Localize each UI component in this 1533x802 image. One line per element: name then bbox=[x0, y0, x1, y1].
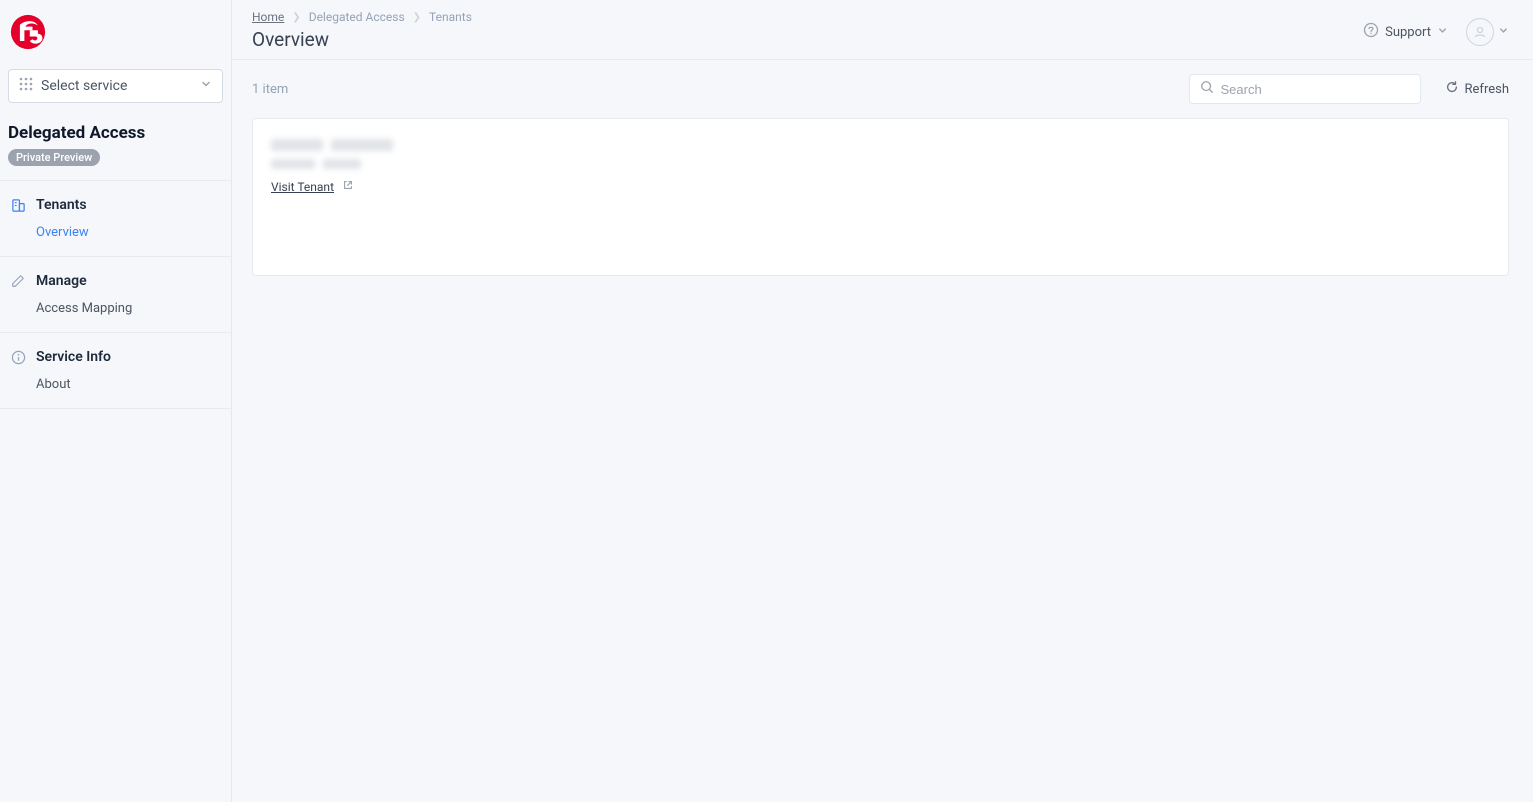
product-header: Delegated Access Private Preview bbox=[0, 103, 231, 181]
chevron-right-icon: ❯ bbox=[413, 12, 421, 23]
visit-tenant-row: Visit Tenant bbox=[271, 179, 1490, 195]
visit-tenant-link[interactable]: Visit Tenant bbox=[271, 180, 334, 194]
page-title: Overview bbox=[252, 28, 1363, 51]
breadcrumb-tenants: Tenants bbox=[429, 10, 472, 24]
nav-header-label: Manage bbox=[36, 273, 87, 289]
user-avatar-icon bbox=[1466, 18, 1494, 46]
sidebar-item-about[interactable]: About bbox=[0, 367, 231, 392]
tenant-card: Visit Tenant bbox=[252, 118, 1509, 276]
logo-wrap bbox=[0, 0, 231, 64]
user-menu[interactable] bbox=[1466, 18, 1509, 46]
nav-header-manage[interactable]: Manage bbox=[0, 273, 231, 291]
chevron-down-icon bbox=[1437, 25, 1448, 40]
topbar-left: Home ❯ Delegated Access ❯ Tenants Overvi… bbox=[252, 10, 1363, 51]
f5-logo bbox=[10, 14, 46, 50]
main-content: Home ❯ Delegated Access ❯ Tenants Overvi… bbox=[232, 0, 1533, 802]
nav-section-service-info: Service Info About bbox=[0, 333, 231, 409]
nav-header-label: Tenants bbox=[36, 197, 87, 213]
topbar-right: Support bbox=[1363, 10, 1509, 46]
breadcrumb-home[interactable]: Home bbox=[252, 10, 284, 24]
support-icon bbox=[1363, 22, 1379, 42]
sidebar-item-overview[interactable]: Overview bbox=[0, 215, 231, 240]
sidebar: Select service Delegated Access Private … bbox=[0, 0, 232, 802]
service-selector-label: Select service bbox=[41, 78, 200, 94]
nav-header-service-info[interactable]: Service Info bbox=[0, 349, 231, 367]
chevron-down-icon bbox=[200, 78, 212, 94]
product-badge: Private Preview bbox=[8, 149, 100, 166]
search-icon bbox=[1200, 80, 1214, 98]
support-label: Support bbox=[1385, 25, 1431, 40]
search-box[interactable] bbox=[1189, 74, 1421, 104]
redacted-tenant-name bbox=[271, 139, 1490, 151]
nav-section-manage: Manage Access Mapping bbox=[0, 257, 231, 333]
nav-section-tenants: Tenants Overview bbox=[0, 181, 231, 257]
item-count: 1 item bbox=[252, 82, 1189, 97]
breadcrumb-delegated-access: Delegated Access bbox=[309, 10, 405, 24]
chevron-right-icon: ❯ bbox=[292, 12, 300, 23]
toolbar: 1 item Refresh bbox=[232, 60, 1533, 114]
product-title: Delegated Access bbox=[8, 123, 223, 143]
external-link-icon bbox=[342, 179, 354, 195]
pencil-icon bbox=[10, 274, 26, 288]
service-selector[interactable]: Select service bbox=[8, 69, 223, 103]
apps-grid-icon bbox=[19, 77, 33, 95]
nav-header-label: Service Info bbox=[36, 349, 111, 365]
refresh-button[interactable]: Refresh bbox=[1445, 80, 1509, 98]
refresh-label: Refresh bbox=[1465, 82, 1509, 97]
sidebar-item-access-mapping[interactable]: Access Mapping bbox=[0, 291, 231, 316]
redacted-tenant-meta bbox=[271, 159, 1490, 169]
search-input[interactable] bbox=[1221, 82, 1410, 97]
info-icon bbox=[10, 350, 26, 365]
refresh-icon bbox=[1445, 80, 1459, 98]
building-icon bbox=[10, 198, 26, 213]
topbar: Home ❯ Delegated Access ❯ Tenants Overvi… bbox=[232, 0, 1533, 60]
chevron-down-icon bbox=[1498, 24, 1509, 40]
breadcrumb: Home ❯ Delegated Access ❯ Tenants bbox=[252, 10, 1363, 24]
nav-header-tenants[interactable]: Tenants bbox=[0, 197, 231, 215]
support-button[interactable]: Support bbox=[1363, 22, 1448, 42]
